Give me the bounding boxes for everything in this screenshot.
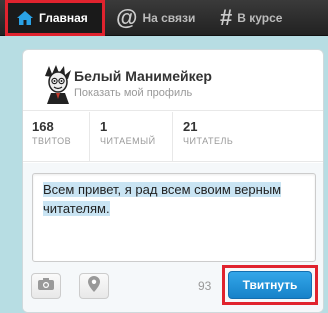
stat-tweets-value: 168 [32,119,54,134]
hash-icon: # [220,5,233,30]
stat-followers-value: 21 [183,119,198,134]
location-pin-icon [88,275,100,297]
add-location-button[interactable] [79,273,109,299]
tweet-composer: Всем привет, я рад всем своим верным чит… [23,163,323,312]
add-photo-button[interactable] [31,273,61,299]
nav-home-label: Главная [39,11,88,25]
tweet-button-highlight: Твитнуть [222,265,318,305]
stat-following-value: 1 [100,119,108,134]
view-profile-link[interactable]: Показать мой профиль [74,87,192,99]
nav-discover[interactable]: # В курсе [220,0,282,36]
dashboard-profile-card: Белый Манимейкер Показать мой профиль 16… [22,49,324,313]
stat-following[interactable]: 1 ЧИТАЕМЫЙ [89,112,172,162]
home-icon [16,10,34,26]
stat-followers[interactable]: 21 ЧИТАТЕЛЬ [172,112,323,162]
stat-tweets[interactable]: 168 ТВИТОВ [23,112,89,162]
profile-stats: 168 ТВИТОВ 1 ЧИТАЕМЫЙ 21 ЧИТАТЕЛЬ [23,112,323,162]
tweet-textarea[interactable]: Всем привет, я рад всем своим верным чит… [32,173,316,262]
tweet-button[interactable]: Твитнуть [228,271,312,299]
nav-discover-label: В курсе [237,11,283,25]
profile-summary: Белый Манимейкер Показать мой профиль [23,50,323,111]
avatar[interactable] [37,62,79,104]
stat-following-label: ЧИТАЕМЫЙ [100,136,156,146]
at-icon: @ [116,5,138,30]
nav-connect[interactable]: @ На связи [116,0,195,36]
nav-connect-label: На связи [142,11,196,25]
nav-home[interactable]: Главная [5,0,105,36]
top-navigation-bar: Главная @ На связи # В курсе [0,0,328,36]
character-counter: 93 [198,279,212,293]
tweet-text: Всем привет, я рад всем своим верным чит… [43,182,282,216]
stat-tweets-label: ТВИТОВ [32,136,72,146]
stat-followers-label: ЧИТАТЕЛЬ [183,136,234,146]
camera-icon [37,277,55,296]
profile-name[interactable]: Белый Манимейкер [74,68,212,84]
